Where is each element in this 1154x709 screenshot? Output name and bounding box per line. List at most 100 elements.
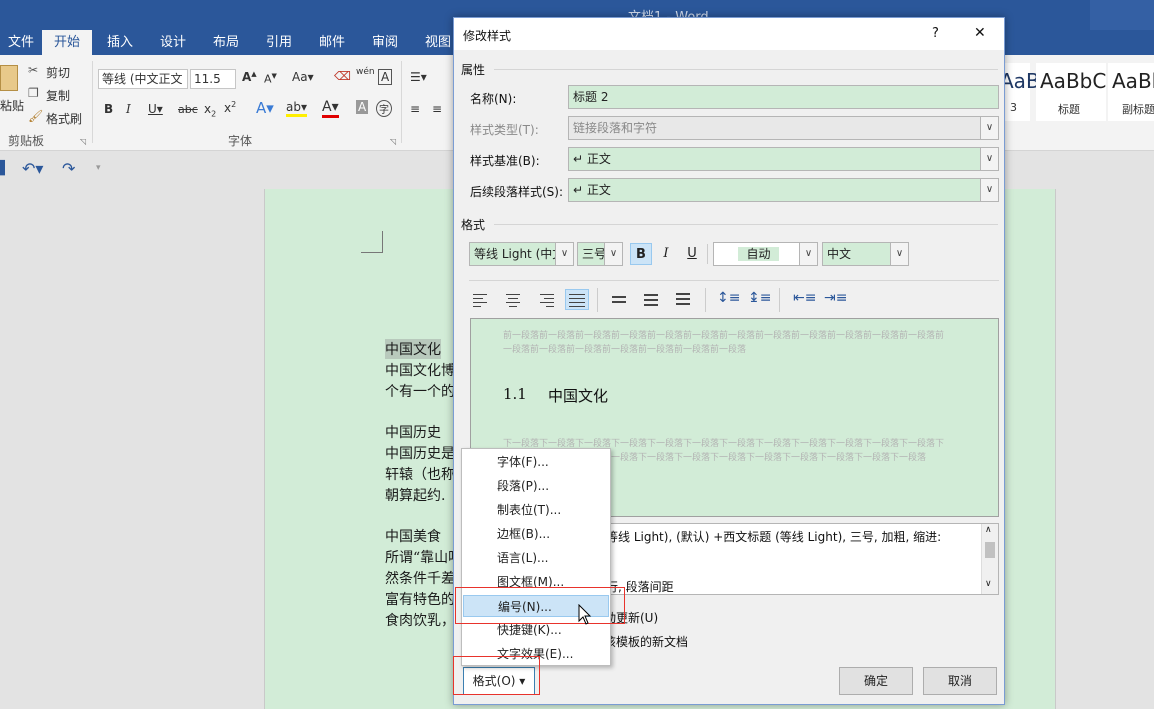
doc-line[interactable]: 个有一个的: [385, 381, 455, 401]
tab-mailings[interactable]: 邮件: [307, 30, 357, 55]
style-title[interactable]: AaBbC 标题: [1036, 63, 1106, 121]
menu-item-tabs[interactable]: 制表位(T)...: [463, 499, 609, 521]
scroll-down-icon[interactable]: ∨: [985, 579, 992, 589]
doc-line[interactable]: 中国美食: [385, 526, 441, 546]
highlight-icon[interactable]: ab▾: [286, 100, 307, 117]
bold-icon[interactable]: B: [104, 102, 113, 116]
cancel-button[interactable]: 取消: [923, 667, 997, 695]
close-icon[interactable]: ✕: [974, 25, 986, 41]
align-center-icon[interactable]: [504, 294, 522, 308]
scroll-thumb[interactable]: [985, 542, 995, 558]
tab-file[interactable]: 文件: [0, 30, 46, 55]
text-effects-icon[interactable]: A▾: [256, 99, 274, 117]
language-select[interactable]: 中文 ∨: [822, 242, 909, 266]
doc-line[interactable]: 食肉饮乳，: [385, 610, 455, 630]
increase-para-spacing-icon[interactable]: ↕≡: [717, 290, 740, 306]
chevron-down-icon[interactable]: ∨: [604, 243, 622, 265]
paste-icon[interactable]: [0, 65, 18, 91]
char-shading-icon[interactable]: A: [356, 100, 369, 114]
doc-line[interactable]: 中国历史: [385, 422, 441, 442]
align-right-icon[interactable]: [536, 294, 554, 308]
italic-toggle[interactable]: I: [655, 243, 677, 265]
font-dialog-launcher-icon[interactable]: ◹: [390, 137, 396, 146]
doc-line[interactable]: 然条件千差: [385, 568, 455, 588]
center-icon[interactable]: ≡: [432, 102, 442, 116]
size-select[interactable]: 三号 ∨: [577, 242, 623, 266]
save-icon[interactable]: ▌: [0, 161, 10, 176]
cut-button[interactable]: 剪切: [46, 64, 70, 81]
font-size-combo[interactable]: 11.5: [190, 69, 236, 89]
font-color-select[interactable]: 自动 ∨: [713, 242, 818, 266]
menu-item-border[interactable]: 边框(B)...: [463, 523, 609, 545]
help-button[interactable]: ?: [932, 26, 939, 41]
character-border-icon[interactable]: A: [378, 69, 393, 85]
chevron-down-icon[interactable]: ∨: [980, 148, 998, 170]
undo-icon[interactable]: ↶▾: [22, 159, 43, 178]
double-spacing-icon[interactable]: [676, 293, 694, 307]
chevron-down-icon[interactable]: ∨: [890, 243, 908, 265]
doc-line[interactable]: 朝算起约.: [385, 485, 445, 505]
font-color-icon[interactable]: A▾: [322, 99, 339, 118]
next-style-select[interactable]: ↵ 正文 ∨: [568, 178, 999, 202]
font-select[interactable]: 等线 Light (中文 ∨: [469, 242, 574, 266]
chevron-down-icon[interactable]: ∨: [980, 179, 998, 201]
doc-line[interactable]: 中国历史是: [385, 443, 455, 463]
clear-format-icon[interactable]: ⌫: [334, 69, 351, 83]
divider: [494, 224, 998, 225]
redo-icon[interactable]: ↷: [62, 159, 75, 178]
enclose-char-icon[interactable]: 字: [376, 100, 392, 117]
chevron-down-icon[interactable]: ∨: [555, 243, 573, 265]
style-subtitle[interactable]: AaBl 副标题: [1108, 63, 1154, 121]
customize-icon[interactable]: ▾: [96, 163, 101, 173]
new-documents-label[interactable]: 该模板的新文档: [604, 633, 688, 650]
strikethrough-icon[interactable]: abc: [178, 103, 198, 116]
ok-button[interactable]: 确定: [839, 667, 913, 695]
increase-indent-icon[interactable]: ⇥≡: [824, 290, 847, 306]
change-case-button[interactable]: Aa▾: [292, 70, 314, 84]
phonetic-guide-icon[interactable]: wén: [356, 67, 375, 77]
grow-font-icon[interactable]: A▲: [242, 70, 257, 84]
decrease-indent-icon[interactable]: ⇤≡: [793, 290, 816, 306]
menu-item-font[interactable]: 字体(F)...: [463, 451, 609, 473]
dialog-launcher-icon[interactable]: ◹: [80, 137, 86, 146]
group-separator: [92, 61, 93, 143]
menu-item-paragraph[interactable]: 段落(P)...: [463, 475, 609, 497]
menu-item-language[interactable]: 语言(L)...: [463, 547, 609, 569]
style-base-select[interactable]: ↵ 正文 ∨: [568, 147, 999, 171]
doc-line[interactable]: 富有特色的: [385, 589, 455, 609]
copy-button[interactable]: 复制: [46, 87, 70, 104]
format-painter-button[interactable]: 格式刷: [46, 110, 82, 127]
tab-layout[interactable]: 布局: [201, 30, 251, 55]
align-left-icon[interactable]: ≡: [410, 102, 420, 116]
tab-review[interactable]: 审阅: [360, 30, 410, 55]
one-half-spacing-icon[interactable]: [644, 294, 662, 308]
subscript-icon[interactable]: x2: [204, 102, 216, 118]
shrink-font-icon[interactable]: A▼: [264, 72, 277, 86]
italic-icon[interactable]: I: [126, 102, 131, 116]
doc-line[interactable]: 所谓“靠山吃: [385, 547, 462, 567]
superscript-icon[interactable]: x2: [224, 100, 236, 115]
underline-icon[interactable]: U▾: [148, 102, 163, 116]
bold-toggle[interactable]: B: [630, 243, 652, 265]
scrollbar[interactable]: ∧ ∨: [981, 524, 998, 594]
single-spacing-icon[interactable]: [612, 296, 630, 310]
tab-insert[interactable]: 插入: [95, 30, 145, 55]
preview-heading-number: 1.1: [503, 385, 527, 403]
tab-home[interactable]: 开始: [42, 30, 93, 55]
bullets-icon[interactable]: ☰▾: [410, 70, 427, 84]
tab-design[interactable]: 设计: [148, 30, 198, 55]
paste-label[interactable]: 粘贴: [0, 97, 24, 114]
doc-line[interactable]: 轩辕（也称: [385, 464, 455, 484]
name-input[interactable]: 标题 2: [568, 85, 999, 109]
font-size-value: 11.5: [194, 72, 221, 86]
doc-line[interactable]: 中国文化: [385, 339, 441, 359]
doc-line[interactable]: 中国文化博: [385, 360, 455, 380]
underline-toggle[interactable]: U: [681, 243, 703, 265]
chevron-down-icon[interactable]: ∨: [799, 243, 817, 265]
decrease-para-spacing-icon[interactable]: ↨≡: [748, 290, 771, 306]
font-name-combo[interactable]: 等线 (中文正文: [98, 69, 188, 89]
tab-references[interactable]: 引用: [254, 30, 304, 55]
divider: [705, 288, 706, 312]
align-left-icon[interactable]: [473, 294, 491, 308]
scroll-up-icon[interactable]: ∧: [985, 525, 992, 535]
